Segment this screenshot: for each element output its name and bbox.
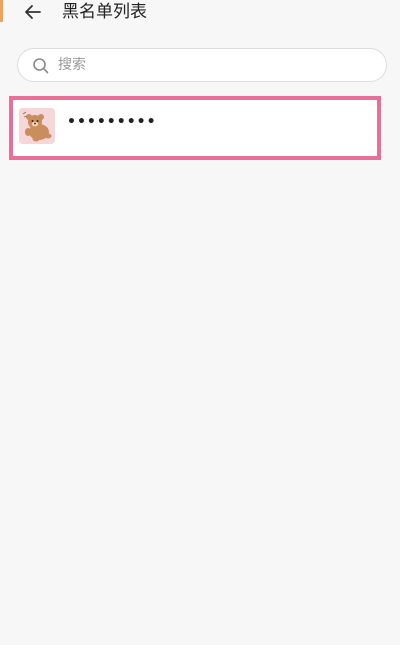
search-input[interactable] (58, 49, 368, 81)
search-icon (33, 58, 49, 74)
back-arrow-icon (25, 5, 41, 19)
back-button[interactable] (22, 1, 44, 23)
search-bar[interactable] (17, 48, 387, 82)
blacklist-item[interactable]: ••••••••• (9, 96, 381, 160)
cartoon-bear-avatar-icon (19, 108, 55, 144)
contact-name: ••••••••• (67, 114, 157, 130)
header-bar: 黑名单列表 (0, 0, 400, 28)
page-title: 黑名单列表 (62, 2, 147, 22)
avatar[interactable] (19, 108, 55, 144)
